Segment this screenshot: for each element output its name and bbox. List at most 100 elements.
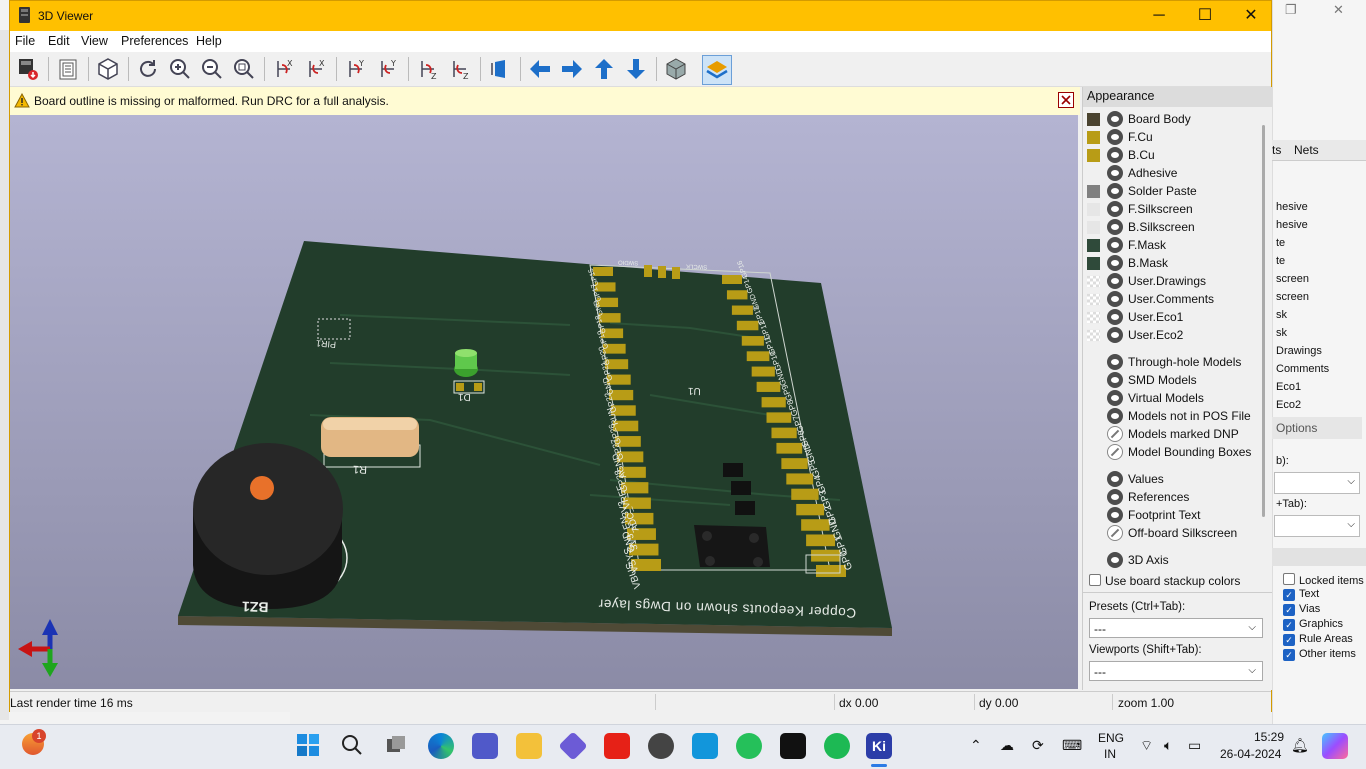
use-stackup-colors-checkbox[interactable]: Use board stackup colors	[1089, 574, 1240, 588]
visibility-eye-icon[interactable]	[1107, 183, 1123, 199]
minimize-button[interactable]: ─	[1136, 1, 1182, 31]
task-view-icon[interactable]	[384, 733, 410, 759]
layer-row[interactable]: Board Body	[1087, 111, 1257, 129]
menu-preferences[interactable]: Preferences	[121, 34, 188, 48]
visibility-eye-icon[interactable]	[1107, 111, 1123, 127]
layer-row[interactable]: F.Mask	[1087, 237, 1257, 255]
visibility-eye-icon[interactable]	[1107, 129, 1123, 145]
rotate-z-ccw-icon[interactable]: Z	[446, 55, 474, 83]
visibility-eye-icon[interactable]	[1107, 255, 1123, 271]
background-presets-select[interactable]: ⌵	[1274, 472, 1360, 494]
tradingview-icon[interactable]	[780, 733, 806, 759]
youtube-icon[interactable]	[604, 733, 630, 759]
visibility-eye-icon[interactable]	[1107, 354, 1123, 370]
visibility-eye-icon[interactable]	[1107, 426, 1123, 442]
visibility-eye-icon[interactable]	[1107, 372, 1123, 388]
layer-color-swatch[interactable]	[1087, 239, 1100, 252]
layer-color-swatch[interactable]	[1087, 293, 1100, 306]
background-check-other-items[interactable]: ✓ Other items	[1283, 648, 1356, 661]
menu-edit[interactable]: Edit	[48, 34, 70, 48]
edge-icon[interactable]	[428, 733, 454, 759]
zoom-in-icon[interactable]	[166, 55, 194, 83]
chevron-up-icon[interactable]: ⌃	[970, 737, 982, 754]
layer-color-swatch[interactable]	[1087, 113, 1100, 126]
store-icon[interactable]	[692, 733, 718, 759]
visibility-eye-icon[interactable]	[1107, 165, 1123, 181]
model-row[interactable]: Virtual Models	[1087, 390, 1257, 408]
visibility-eye-icon[interactable]	[1107, 489, 1123, 505]
layer-row[interactable]: User.Comments	[1087, 291, 1257, 309]
background-check-locked-items[interactable]: Locked items	[1283, 573, 1364, 587]
3d-viewport[interactable]: BZ1 R1 D1 PIR1 U1 Copper Keepouts shown …	[10, 115, 1078, 689]
cloud-icon[interactable]: ☁	[1000, 737, 1014, 754]
app-icon-hex[interactable]	[558, 731, 588, 761]
search-icon[interactable]	[340, 733, 366, 759]
background-check-text[interactable]: ✓ Text	[1283, 588, 1319, 601]
rotate-x-cw-icon[interactable]: X	[270, 55, 298, 83]
volume-icon[interactable]: 🔈︎	[1164, 737, 1172, 754]
layer-row[interactable]: User.Eco1	[1087, 309, 1257, 327]
layer-color-swatch[interactable]	[1087, 257, 1100, 270]
teams-icon[interactable]	[472, 733, 498, 759]
flip-board-icon[interactable]	[486, 55, 514, 83]
appearance-scrollbar[interactable]	[1262, 125, 1265, 517]
extra-row[interactable]: References	[1087, 489, 1257, 507]
background-viewports-select[interactable]: ⌵	[1274, 515, 1360, 537]
visibility-eye-icon[interactable]	[1107, 237, 1123, 253]
visibility-eye-icon[interactable]	[1107, 408, 1123, 424]
layer-row[interactable]: User.Eco2	[1087, 327, 1257, 345]
reload-icon[interactable]	[134, 55, 162, 83]
background-check-rule-areas[interactable]: ✓ Rule Areas	[1283, 633, 1353, 646]
move-up-icon[interactable]	[590, 55, 618, 83]
maximize-button[interactable]: ☐	[1182, 1, 1228, 31]
visibility-eye-icon[interactable]	[1107, 471, 1123, 487]
bell-icon[interactable]: 🔔︎	[1291, 737, 1309, 754]
copy-clipboard-icon[interactable]	[54, 55, 82, 83]
file-explorer-icon[interactable]	[516, 733, 542, 759]
background-check-vias[interactable]: ✓ Vias	[1283, 603, 1320, 616]
background-restore-icon[interactable]: ❐	[1285, 2, 1297, 18]
visibility-eye-icon[interactable]	[1107, 390, 1123, 406]
layer-color-swatch[interactable]	[1087, 203, 1100, 216]
whatsapp-icon[interactable]	[736, 733, 762, 759]
visibility-eye-icon[interactable]	[1107, 219, 1123, 235]
title-bar[interactable]: 3D Viewer ─ ☐ ✕	[10, 1, 1271, 31]
sync-icon[interactable]: ⟳	[1032, 737, 1044, 754]
rotate-y-cw-icon[interactable]: Y	[342, 55, 370, 83]
language-indicator[interactable]: ENG	[1098, 731, 1124, 745]
background-tab-nets[interactable]: Nets	[1294, 143, 1319, 157]
move-down-icon[interactable]	[622, 55, 650, 83]
visibility-eye-icon[interactable]	[1107, 147, 1123, 163]
spotify-icon[interactable]	[824, 733, 850, 759]
layer-color-swatch[interactable]	[1087, 149, 1100, 162]
export-image-icon[interactable]	[14, 55, 42, 83]
layer-color-swatch[interactable]	[1087, 275, 1100, 288]
layer-color-swatch[interactable]	[1087, 329, 1100, 342]
layer-row[interactable]: B.Mask	[1087, 255, 1257, 273]
layer-row[interactable]: User.Drawings	[1087, 273, 1257, 291]
move-right-icon[interactable]	[558, 55, 586, 83]
battery-icon[interactable]: ▭	[1188, 737, 1201, 754]
layer-color-swatch[interactable]	[1087, 131, 1100, 144]
visibility-eye-icon[interactable]	[1107, 444, 1123, 460]
background-tab-nets-partial[interactable]: ts	[1272, 143, 1281, 157]
rotate-y-ccw-icon[interactable]: Y	[374, 55, 402, 83]
wifi-icon[interactable]: ⌔	[1140, 737, 1153, 755]
visibility-eye-icon[interactable]	[1107, 525, 1123, 541]
menu-help[interactable]: Help	[196, 34, 222, 48]
kicad-icon[interactable]: Ki	[866, 733, 892, 759]
menu-view[interactable]: View	[81, 34, 108, 48]
clock-time[interactable]: 15:29	[1254, 730, 1284, 744]
background-check-graphics[interactable]: ✓ Graphics	[1283, 618, 1343, 631]
zoom-out-icon[interactable]	[198, 55, 226, 83]
layer-color-swatch[interactable]	[1087, 311, 1100, 324]
layer-row[interactable]: Adhesive	[1087, 165, 1257, 183]
layer-color-swatch[interactable]	[1087, 185, 1100, 198]
keyboard-icon[interactable]: ⌨	[1062, 737, 1082, 754]
zoom-fit-icon[interactable]	[230, 55, 258, 83]
layer-row[interactable]: B.Silkscreen	[1087, 219, 1257, 237]
layer-color-swatch[interactable]	[1087, 167, 1100, 180]
copilot-icon[interactable]	[1322, 733, 1348, 759]
extra-row[interactable]: Footprint Text	[1087, 507, 1257, 525]
close-icon[interactable]	[1058, 92, 1074, 108]
